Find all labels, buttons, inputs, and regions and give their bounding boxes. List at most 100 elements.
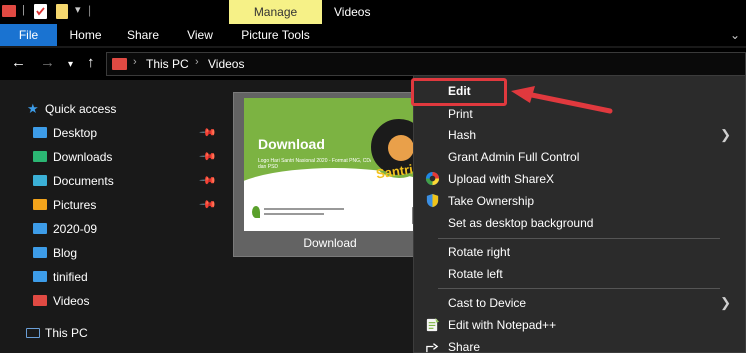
desktop-folder-icon	[33, 127, 47, 138]
sidebar-item-label: Blog	[53, 246, 78, 260]
sidebar-item-label: tinified	[53, 270, 88, 284]
menu-separator	[438, 288, 720, 289]
menu-item-hash[interactable]: Hash ❯	[414, 124, 745, 146]
customize-toolbar-icon[interactable]: ▾	[75, 3, 81, 16]
menu-item-label: Grant Admin Full Control	[448, 150, 580, 164]
file-name: Download	[303, 236, 357, 250]
sidebar-item-blog[interactable]: Blog	[0, 242, 218, 266]
menu-item-take-ownership[interactable]: Take Ownership	[414, 190, 745, 212]
menu-item-label: Print	[448, 107, 473, 121]
menu-item-edit-with-notepad-plus-plus[interactable]: Edit with Notepad++	[414, 314, 745, 336]
thumbnail-title: Download	[258, 136, 325, 152]
computer-icon	[26, 328, 40, 338]
arrow-left-icon[interactable]: ←	[11, 55, 26, 71]
folder-icon	[33, 223, 47, 234]
shield-icon	[426, 193, 439, 208]
sidebar-item-pictures[interactable]: Pictures 📌	[0, 194, 218, 218]
sidebar-item-label: Quick access	[45, 102, 117, 116]
sidebar-item-label: 2020-09	[53, 222, 98, 236]
qat-divider: |	[88, 3, 92, 17]
documents-folder-icon	[33, 175, 47, 186]
file-item-download[interactable]: Download Logo Hari Santri Nasional 2020 …	[233, 92, 425, 257]
breadcrumb-videos[interactable]: Videos	[208, 57, 244, 71]
videos-folder-icon	[33, 295, 47, 306]
sidebar-item-desktop[interactable]: Desktop 📌	[0, 122, 218, 146]
sharex-icon	[425, 171, 440, 186]
sidebar-item-documents[interactable]: Documents 📌	[0, 170, 218, 194]
sidebar-item-downloads[interactable]: Downloads 📌	[0, 146, 218, 170]
annotation-arrow-icon	[511, 86, 613, 114]
tab-home[interactable]: Home	[57, 24, 114, 46]
menu-item-grant-admin-full-control[interactable]: Grant Admin Full Control	[414, 146, 745, 168]
menu-item-upload-with-sharex[interactable]: Upload with ShareX	[414, 168, 745, 190]
context-menu: Edit Print Hash ❯ Grant Admin Full Contr…	[411, 75, 746, 353]
arrow-up-icon[interactable]: ↑	[87, 55, 95, 71]
face-icon	[388, 135, 414, 161]
sidebar-item-label: Desktop	[53, 126, 98, 140]
chevron-down-icon[interactable]: ⌄	[730, 28, 740, 42]
menu-item-label: Take Ownership	[448, 194, 535, 208]
sidebar-item-this-pc[interactable]: This PC	[0, 322, 218, 346]
chevron-right-icon[interactable]: ›	[195, 56, 199, 68]
menu-item-label: Edit with Notepad++	[448, 318, 557, 332]
menu-item-label: Cast to Device	[448, 296, 527, 310]
menu-item-rotate-right[interactable]: Rotate right	[414, 241, 745, 263]
tab-picture-tools[interactable]: Picture Tools	[229, 24, 322, 46]
videos-folder-icon	[112, 58, 127, 70]
pin-icon: 📌	[198, 171, 217, 190]
new-folder-icon[interactable]	[56, 4, 68, 19]
menu-item-set-as-desktop-background[interactable]: Set as desktop background	[414, 212, 745, 234]
image-thumbnail: Download Logo Hari Santri Nasional 2020 …	[244, 98, 416, 231]
share-icon	[426, 343, 439, 353]
notepad-plus-plus-icon	[426, 317, 440, 332]
menu-item-label: Set as desktop background	[448, 216, 594, 230]
sidebar-item-label: Pictures	[53, 198, 97, 212]
menu-item-label: Hash	[448, 128, 477, 142]
sidebar-item-2020-09[interactable]: 2020-09	[0, 218, 218, 242]
pin-icon: 📌	[198, 195, 217, 214]
annotation-highlight-box	[411, 78, 507, 106]
pictures-folder-icon	[33, 199, 47, 210]
menu-separator	[438, 238, 720, 239]
arrow-right-icon[interactable]: →	[40, 55, 55, 71]
pin-icon: 📌	[198, 123, 217, 142]
folder-icon	[33, 271, 47, 282]
menu-item-rotate-left[interactable]: Rotate left	[414, 263, 745, 285]
breadcrumb-this-pc[interactable]: This PC	[146, 57, 189, 71]
sidebar-item-videos[interactable]: Videos	[0, 290, 218, 314]
menu-item-share[interactable]: Share	[414, 336, 745, 353]
tab-manage[interactable]: Manage	[229, 0, 322, 24]
menu-item-label: Rotate right	[448, 245, 511, 259]
chevron-right-icon: ❯	[720, 127, 731, 142]
thumbnail-footer-lines	[264, 208, 354, 215]
title-bar: | ▾ | Manage Videos	[0, 0, 746, 24]
address-bar[interactable]: › This PC › Videos	[106, 52, 746, 76]
menu-item-label: Rotate left	[448, 267, 503, 281]
menu-item-label: Share	[448, 340, 481, 353]
navigation-pane: ★ Quick access Desktop 📌 Downloads 📌 Doc…	[0, 80, 218, 353]
sidebar-item-label: Videos	[53, 294, 90, 308]
star-icon: ★	[27, 101, 39, 116]
downloads-folder-icon	[33, 151, 47, 162]
properties-icon[interactable]: |	[22, 4, 25, 16]
folder-icon	[33, 247, 47, 258]
tab-file[interactable]: File	[0, 24, 57, 46]
sidebar-item-label: This PC	[45, 326, 88, 340]
chevron-right-icon[interactable]: ›	[133, 56, 137, 68]
menu-item-label: Upload with ShareX	[448, 172, 555, 186]
chevron-down-icon[interactable]: ▾	[68, 57, 73, 73]
folder-app-icon	[2, 5, 16, 17]
menu-item-cast-to-device[interactable]: Cast to Device ❯	[414, 292, 745, 314]
pin-icon: 📌	[198, 147, 217, 166]
sidebar-item-quick-access[interactable]: ★ Quick access	[0, 98, 218, 122]
ribbon-tabs: File Home Share View Picture Tools ⌄	[0, 24, 746, 46]
tab-share[interactable]: Share	[114, 24, 172, 46]
sidebar-item-tinified[interactable]: tinified	[0, 266, 218, 290]
checklist-icon[interactable]	[34, 4, 47, 19]
sidebar-item-label: Documents	[53, 174, 114, 188]
sidebar-item-label: Downloads	[53, 150, 113, 164]
window-title: Videos	[334, 5, 371, 19]
leaf-logo-icon	[252, 206, 260, 218]
thumbnail-subtitle: Logo Hari Santri Nasional 2020 - Format …	[258, 158, 374, 170]
tab-view[interactable]: View	[172, 24, 228, 46]
